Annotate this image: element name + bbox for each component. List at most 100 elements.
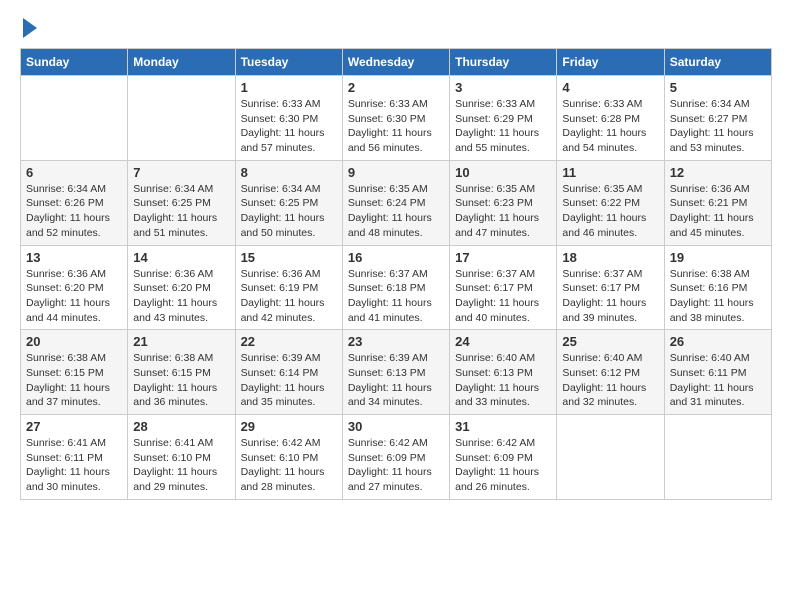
calendar-cell: 14 Sunrise: 6:36 AM Sunset: 6:20 PM Dayli… [128, 245, 235, 330]
day-detail: Sunrise: 6:34 AM Sunset: 6:26 PM Dayligh… [26, 182, 122, 241]
calendar-cell: 6Sunrise: 6:34 AM Sunset: 6:26 PM Daylig… [21, 160, 128, 245]
day-detail: Sunrise: 6:41 AM Sunset: 6:11 PM Dayligh… [26, 436, 122, 495]
day-detail: Sunrise: 6:40 AM Sunset: 6:13 PM Dayligh… [455, 351, 551, 410]
calendar-week-3: 13 Sunrise: 6:36 AM Sunset: 6:20 PM Dayli… [21, 245, 772, 330]
day-number: 1 [241, 80, 337, 95]
calendar-cell: 5 Sunrise: 6:34 AM Sunset: 6:27 PM Daylig… [664, 76, 771, 161]
calendar-cell: 18Sunrise: 6:37 AM Sunset: 6:17 PM Dayli… [557, 245, 664, 330]
header-friday: Friday [557, 49, 664, 76]
day-number: 25 [562, 334, 658, 349]
day-detail: Sunrise: 6:42 AM Sunset: 6:09 PM Dayligh… [455, 436, 551, 495]
day-number: 29 [241, 419, 337, 434]
logo [20, 20, 37, 38]
day-number: 19 [670, 250, 766, 265]
calendar-cell: 24 Sunrise: 6:40 AM Sunset: 6:13 PM Dayli… [450, 330, 557, 415]
day-detail: Sunrise: 6:38 AM Sunset: 6:16 PM Dayligh… [670, 267, 766, 326]
day-detail: Sunrise: 6:34 AM Sunset: 6:27 PM Dayligh… [670, 97, 766, 156]
day-detail: Sunrise: 6:35 AM Sunset: 6:24 PM Dayligh… [348, 182, 444, 241]
day-number: 11 [562, 165, 658, 180]
calendar-cell: 21 Sunrise: 6:38 AM Sunset: 6:15 PM Dayli… [128, 330, 235, 415]
day-detail: Sunrise: 6:37 AM Sunset: 6:18 PM Dayligh… [348, 267, 444, 326]
calendar-week-4: 20 Sunrise: 6:38 AM Sunset: 6:15 PM Dayli… [21, 330, 772, 415]
day-detail: Sunrise: 6:40 AM Sunset: 6:12 PM Dayligh… [562, 351, 658, 410]
day-detail: Sunrise: 6:37 AM Sunset: 6:17 PM Dayligh… [455, 267, 551, 326]
calendar-cell: 9 Sunrise: 6:35 AM Sunset: 6:24 PM Daylig… [342, 160, 449, 245]
day-number: 15 [241, 250, 337, 265]
day-detail: Sunrise: 6:38 AM Sunset: 6:15 PM Dayligh… [26, 351, 122, 410]
calendar-cell: 19 Sunrise: 6:38 AM Sunset: 6:16 PM Dayli… [664, 245, 771, 330]
calendar-cell [557, 415, 664, 500]
day-number: 21 [133, 334, 229, 349]
day-number: 8 [241, 165, 337, 180]
calendar-table: SundayMondayTuesdayWednesdayThursdayFrid… [20, 48, 772, 500]
calendar-cell: 7Sunrise: 6:34 AM Sunset: 6:25 PM Daylig… [128, 160, 235, 245]
calendar-cell: 3 Sunrise: 6:33 AM Sunset: 6:29 PM Daylig… [450, 76, 557, 161]
header-wednesday: Wednesday [342, 49, 449, 76]
day-detail: Sunrise: 6:34 AM Sunset: 6:25 PM Dayligh… [133, 182, 229, 241]
day-detail: Sunrise: 6:33 AM Sunset: 6:30 PM Dayligh… [348, 97, 444, 156]
day-number: 30 [348, 419, 444, 434]
calendar-cell [21, 76, 128, 161]
day-detail: Sunrise: 6:33 AM Sunset: 6:30 PM Dayligh… [241, 97, 337, 156]
calendar-cell: 27 Sunrise: 6:41 AM Sunset: 6:11 PM Dayli… [21, 415, 128, 500]
day-detail: Sunrise: 6:39 AM Sunset: 6:14 PM Dayligh… [241, 351, 337, 410]
day-number: 26 [670, 334, 766, 349]
calendar-cell: 1 Sunrise: 6:33 AM Sunset: 6:30 PM Daylig… [235, 76, 342, 161]
day-number: 5 [670, 80, 766, 95]
day-detail: Sunrise: 6:37 AM Sunset: 6:17 PM Dayligh… [562, 267, 658, 326]
day-number: 3 [455, 80, 551, 95]
calendar-cell: 25 Sunrise: 6:40 AM Sunset: 6:12 PM Dayli… [557, 330, 664, 415]
day-number: 22 [241, 334, 337, 349]
day-number: 13 [26, 250, 122, 265]
calendar-cell: 15 Sunrise: 6:36 AM Sunset: 6:19 PM Dayli… [235, 245, 342, 330]
header-monday: Monday [128, 49, 235, 76]
logo-arrow-icon [23, 18, 37, 38]
day-detail: Sunrise: 6:42 AM Sunset: 6:09 PM Dayligh… [348, 436, 444, 495]
day-number: 14 [133, 250, 229, 265]
day-detail: Sunrise: 6:36 AM Sunset: 6:20 PM Dayligh… [26, 267, 122, 326]
calendar-cell: 4 Sunrise: 6:33 AM Sunset: 6:28 PM Daylig… [557, 76, 664, 161]
calendar-cell: 2 Sunrise: 6:33 AM Sunset: 6:30 PM Daylig… [342, 76, 449, 161]
day-detail: Sunrise: 6:33 AM Sunset: 6:28 PM Dayligh… [562, 97, 658, 156]
calendar-cell: 17 Sunrise: 6:37 AM Sunset: 6:17 PM Dayli… [450, 245, 557, 330]
day-number: 27 [26, 419, 122, 434]
day-detail: Sunrise: 6:36 AM Sunset: 6:19 PM Dayligh… [241, 267, 337, 326]
day-detail: Sunrise: 6:36 AM Sunset: 6:21 PM Dayligh… [670, 182, 766, 241]
day-detail: Sunrise: 6:38 AM Sunset: 6:15 PM Dayligh… [133, 351, 229, 410]
page-header [20, 20, 772, 38]
day-number: 12 [670, 165, 766, 180]
day-number: 31 [455, 419, 551, 434]
calendar-cell: 20 Sunrise: 6:38 AM Sunset: 6:15 PM Dayli… [21, 330, 128, 415]
calendar-cell: 26 Sunrise: 6:40 AM Sunset: 6:11 PM Dayli… [664, 330, 771, 415]
calendar-cell [128, 76, 235, 161]
calendar-cell: 28Sunrise: 6:41 AM Sunset: 6:10 PM Dayli… [128, 415, 235, 500]
day-number: 16 [348, 250, 444, 265]
day-number: 23 [348, 334, 444, 349]
header-tuesday: Tuesday [235, 49, 342, 76]
calendar-cell: 13 Sunrise: 6:36 AM Sunset: 6:20 PM Dayli… [21, 245, 128, 330]
day-number: 4 [562, 80, 658, 95]
day-detail: Sunrise: 6:35 AM Sunset: 6:22 PM Dayligh… [562, 182, 658, 241]
header-sunday: Sunday [21, 49, 128, 76]
day-number: 24 [455, 334, 551, 349]
day-detail: Sunrise: 6:33 AM Sunset: 6:29 PM Dayligh… [455, 97, 551, 156]
calendar-week-5: 27 Sunrise: 6:41 AM Sunset: 6:11 PM Dayli… [21, 415, 772, 500]
calendar-week-2: 6Sunrise: 6:34 AM Sunset: 6:26 PM Daylig… [21, 160, 772, 245]
header-saturday: Saturday [664, 49, 771, 76]
calendar-cell: 10Sunrise: 6:35 AM Sunset: 6:23 PM Dayli… [450, 160, 557, 245]
day-detail: Sunrise: 6:41 AM Sunset: 6:10 PM Dayligh… [133, 436, 229, 495]
calendar-cell [664, 415, 771, 500]
day-number: 9 [348, 165, 444, 180]
calendar-cell: 31 Sunrise: 6:42 AM Sunset: 6:09 PM Dayli… [450, 415, 557, 500]
calendar-cell: 29Sunrise: 6:42 AM Sunset: 6:10 PM Dayli… [235, 415, 342, 500]
calendar-header-row: SundayMondayTuesdayWednesdayThursdayFrid… [21, 49, 772, 76]
calendar-cell: 8 Sunrise: 6:34 AM Sunset: 6:25 PM Daylig… [235, 160, 342, 245]
day-number: 20 [26, 334, 122, 349]
day-number: 17 [455, 250, 551, 265]
day-detail: Sunrise: 6:34 AM Sunset: 6:25 PM Dayligh… [241, 182, 337, 241]
day-detail: Sunrise: 6:36 AM Sunset: 6:20 PM Dayligh… [133, 267, 229, 326]
calendar-week-1: 1 Sunrise: 6:33 AM Sunset: 6:30 PM Daylig… [21, 76, 772, 161]
day-number: 2 [348, 80, 444, 95]
calendar-cell: 23Sunrise: 6:39 AM Sunset: 6:13 PM Dayli… [342, 330, 449, 415]
day-detail: Sunrise: 6:40 AM Sunset: 6:11 PM Dayligh… [670, 351, 766, 410]
